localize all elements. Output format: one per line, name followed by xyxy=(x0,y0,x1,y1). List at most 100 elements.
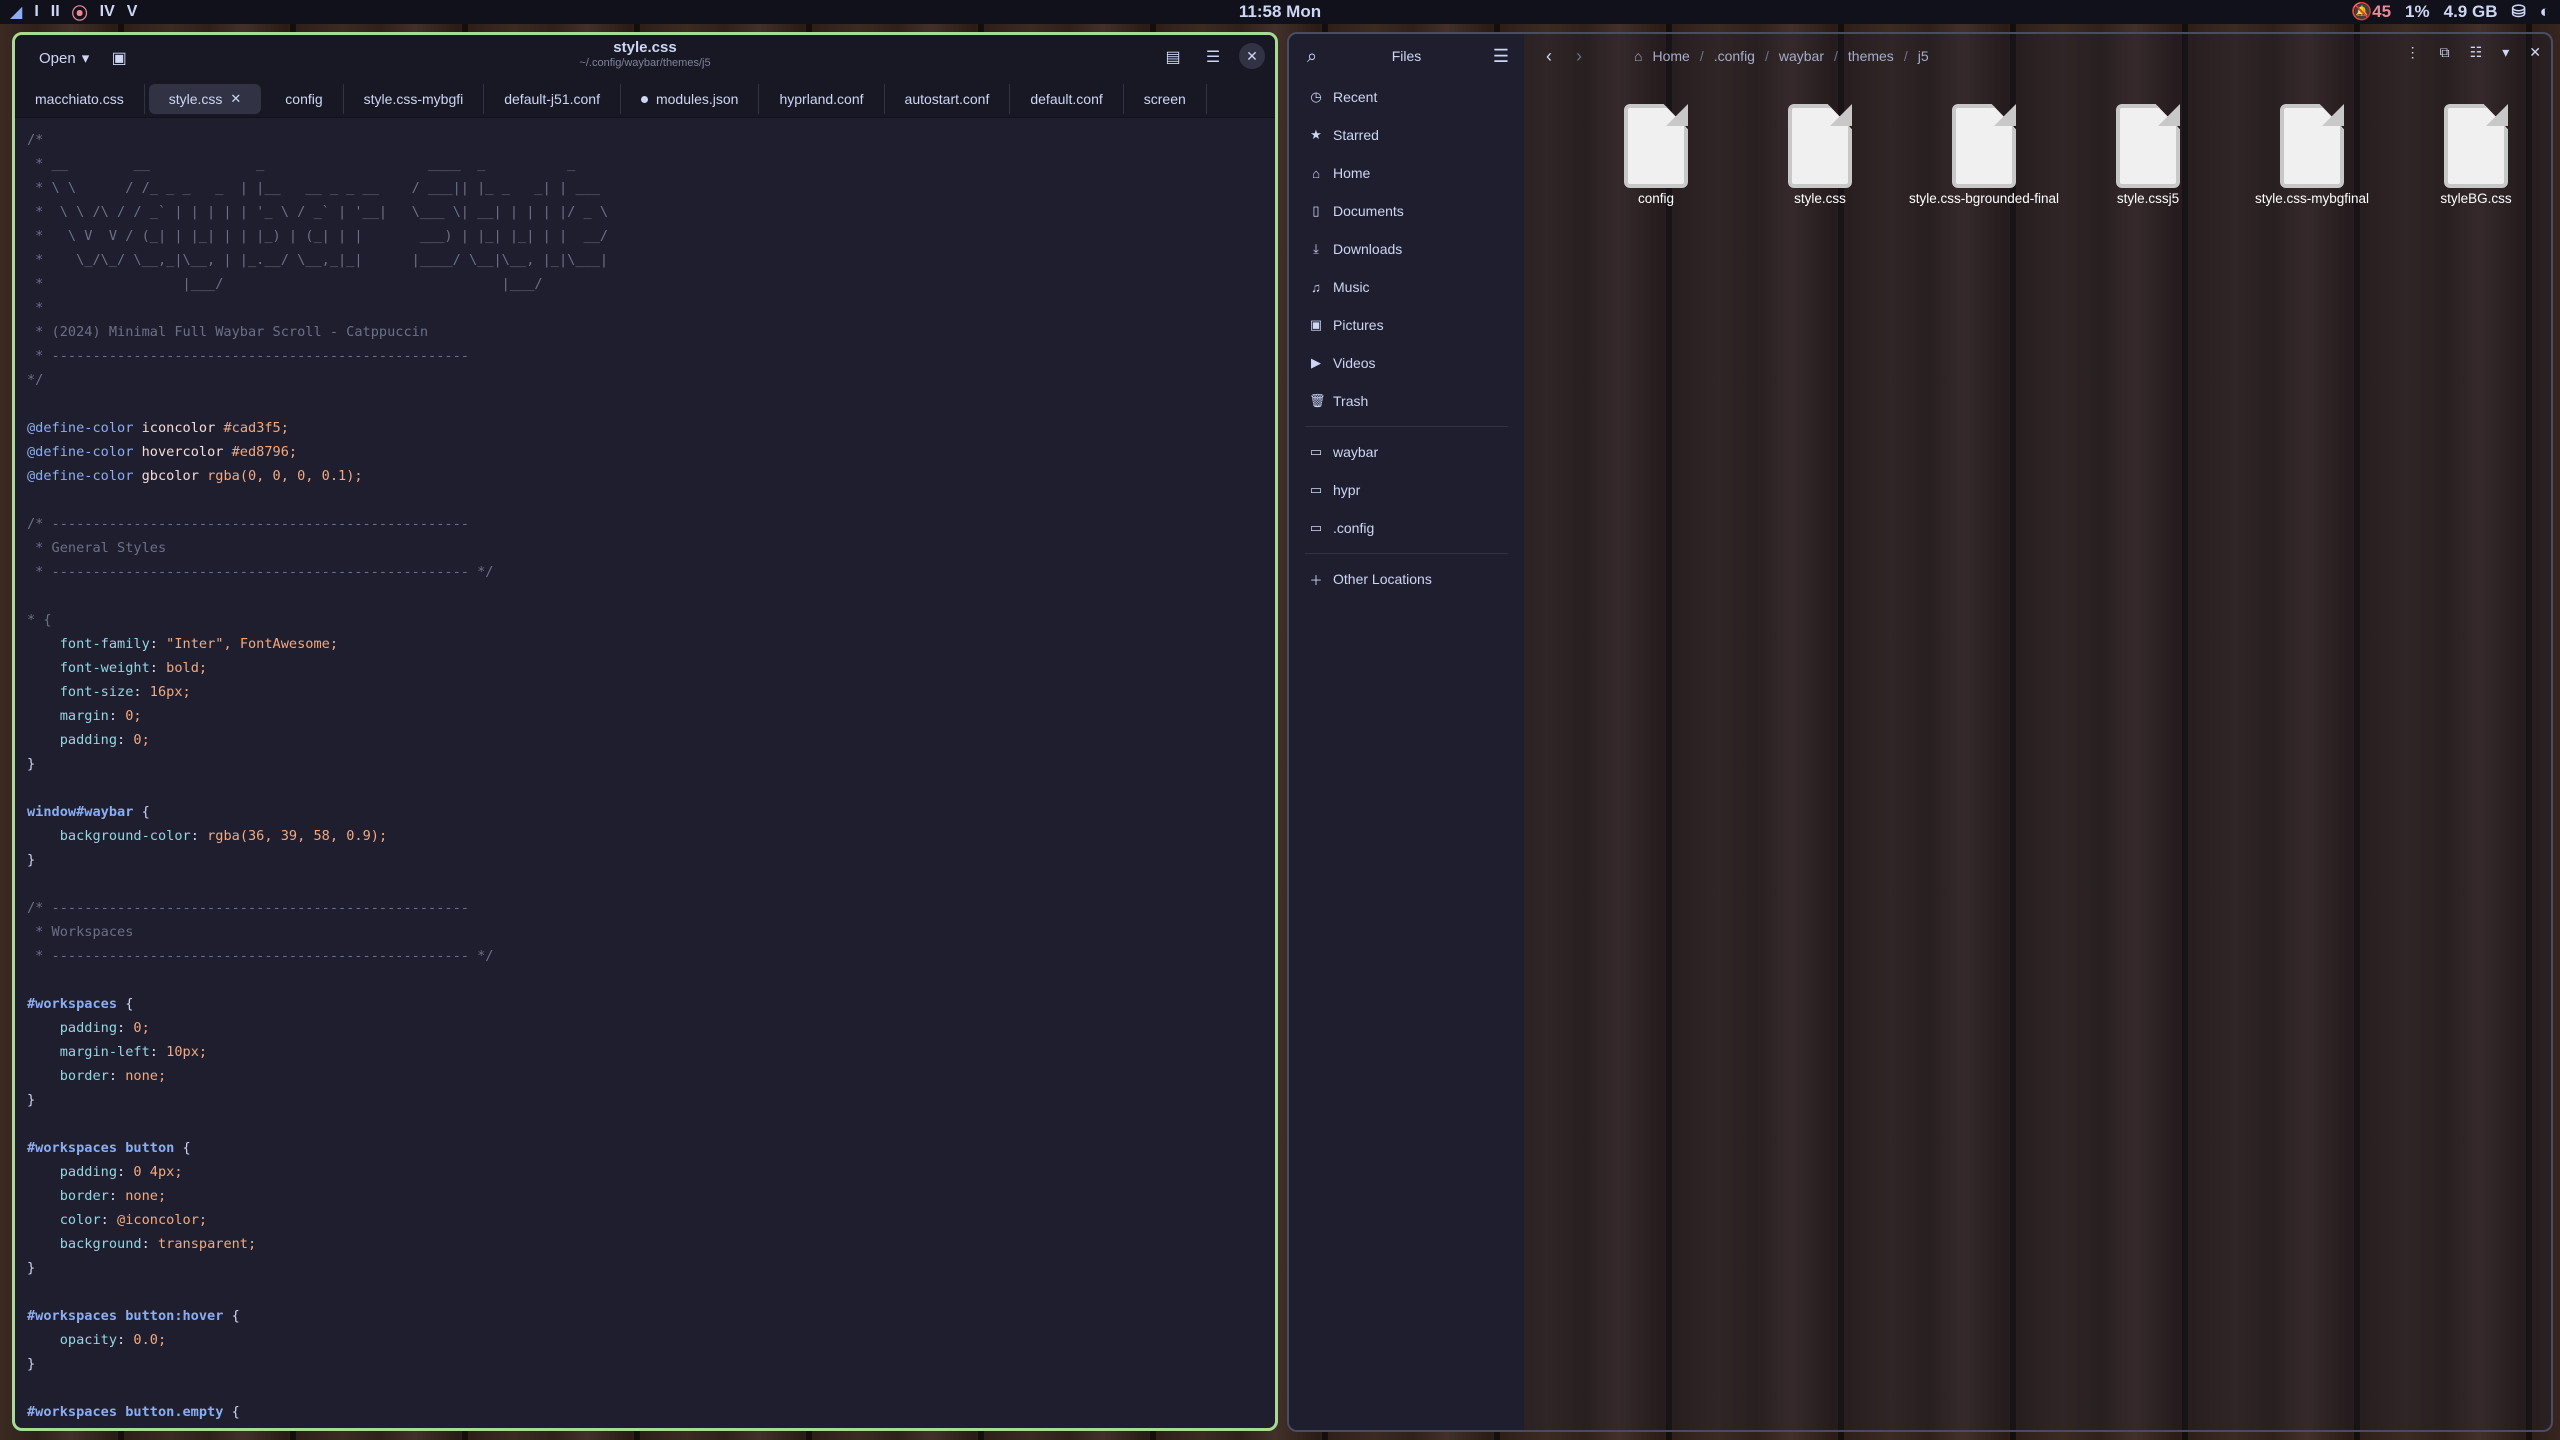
file-item[interactable]: styleBG.css xyxy=(2394,104,2551,208)
tab-style-css-mybgfi[interactable]: style.css-mybgfi xyxy=(344,84,485,114)
notification-count[interactable]: 🔕45 xyxy=(2351,2,2391,22)
code-view[interactable]: /* * __ __ _ ____ _ _ * \ \ / /_ _ _ _ |… xyxy=(15,118,1275,1428)
sidebar-item-music[interactable]: ♫ Music xyxy=(1289,268,1524,306)
file-name: config xyxy=(1637,191,1675,206)
trash-icon: 🗑 xyxy=(1309,393,1326,408)
document-icon: ▯ xyxy=(1312,203,1320,218)
code-line: ​ xyxy=(27,872,1275,896)
chevron-down-icon[interactable]: ▾ xyxy=(2502,44,2509,61)
tab-label: hyprland.conf xyxy=(779,91,864,107)
close-icon[interactable]: ✕ xyxy=(1239,43,1265,69)
tab-screen[interactable]: screen xyxy=(1124,84,1207,114)
close-icon[interactable]: ✕ xyxy=(2529,44,2541,61)
breadcrumb-item[interactable]: Home xyxy=(1652,48,1689,64)
open-button[interactable]: Open ▾ xyxy=(29,44,99,72)
code-line: opacity: 0.0; xyxy=(59,1332,167,1348)
file-icon xyxy=(1788,104,1852,188)
workspace-4[interactable]: IV xyxy=(100,3,115,21)
menu-icon[interactable]: ☰ xyxy=(1486,41,1516,71)
open-button-label: Open xyxy=(39,49,76,67)
file-item[interactable]: style.css-bgrounded-final xyxy=(1902,104,2066,208)
code-line: ​ xyxy=(27,1376,1275,1400)
view-list-icon[interactable]: ☷ xyxy=(2470,44,2483,61)
code-line: background-color: rgba(36, 39, 58, 0.9); xyxy=(59,828,388,844)
file-item[interactable]: style.cssj5 xyxy=(2066,104,2230,208)
code-line: * \ V V / (_| | |_| | | |_) | (_| | | __… xyxy=(27,228,609,244)
code-line: } xyxy=(27,1356,36,1372)
sidebar-item-videos[interactable]: ▶ Videos xyxy=(1289,344,1524,382)
new-folder-icon[interactable]: ⧉ xyxy=(2440,44,2450,61)
code-line: /* -------------------------------------… xyxy=(27,516,469,532)
sidebar-item-starred[interactable]: ★ Starred xyxy=(1289,116,1524,154)
menu-icon[interactable]: ☰ xyxy=(1199,43,1227,71)
workspace-active-indicator[interactable]: ⦿ xyxy=(72,0,88,24)
file-item[interactable]: config xyxy=(1574,104,1738,208)
sidebar-item-documents[interactable]: ▯ Documents xyxy=(1289,192,1524,230)
sidebar-item-downloads[interactable]: ⤓ Downloads xyxy=(1289,230,1524,268)
tab-modules-json[interactable]: modules.json xyxy=(621,84,760,114)
code-line: * { xyxy=(27,612,52,628)
sidebar-item-other-locations[interactable]: ＋ Other Locations xyxy=(1289,560,1524,598)
tab-default-conf[interactable]: default.conf xyxy=(1010,84,1124,114)
code-line: @define-color iconcolor #cad3f5; xyxy=(27,420,289,436)
workspace-1[interactable]: I xyxy=(34,3,38,21)
sidebar-item-label: Pictures xyxy=(1333,317,1384,333)
code-line: } xyxy=(27,756,36,772)
more-options-icon[interactable]: ⋮ xyxy=(2406,44,2420,61)
workspace-2[interactable]: II xyxy=(51,3,60,21)
picture-icon: ▣ xyxy=(1309,317,1323,332)
sidebar-item-home[interactable]: ⌂ Home xyxy=(1289,154,1524,192)
download-icon: ⤓ xyxy=(1313,241,1319,256)
file-name: style.css-bgrounded-final xyxy=(1908,191,2060,206)
code-line: ​ xyxy=(27,1280,1275,1304)
breadcrumb-item[interactable]: themes xyxy=(1848,48,1894,64)
search-icon[interactable]: ⌕ xyxy=(1297,41,1327,71)
code-line: padding: 0 4px; xyxy=(59,1164,183,1180)
arch-logo-icon[interactable]: ◢ xyxy=(10,2,22,22)
network-icon[interactable]: ⛁ xyxy=(2511,2,2525,22)
code-line: #workspaces { xyxy=(27,996,134,1012)
sidebar-item-label: Documents xyxy=(1333,203,1404,219)
sidebar-item-recent[interactable]: ◷ Recent xyxy=(1289,78,1524,116)
sidebar-item-label: Videos xyxy=(1333,355,1376,371)
tab-label: style.css xyxy=(168,91,223,107)
sidebar-item-label: Starred xyxy=(1333,127,1379,143)
code-line: ​ xyxy=(27,488,1275,512)
power-icon[interactable]: ◐ xyxy=(2540,2,2550,22)
new-tab-icon[interactable]: ▣ xyxy=(105,44,133,72)
modified-dot-icon xyxy=(640,95,648,103)
sidebar-item-config[interactable]: ▭ .config xyxy=(1289,509,1524,547)
sidebar-item-trash[interactable]: 🗑 Trash xyxy=(1289,382,1524,420)
sidebar-item-waybar[interactable]: ▭ waybar xyxy=(1289,433,1524,471)
tab-close-icon[interactable]: ✕ xyxy=(230,91,241,107)
memory-usage: 4.9 GB xyxy=(2443,2,2498,21)
breadcrumb-separator: / xyxy=(1699,48,1704,64)
code-line: * (2024) Minimal Full Waybar Scroll - Ca… xyxy=(27,324,429,340)
tab-config[interactable]: config xyxy=(265,84,344,114)
code-line: margin-left: 10px; xyxy=(59,1044,208,1060)
code-line: ​ xyxy=(27,776,1275,800)
code-line: @define-color gbcolor rgba(0, 0, 0, 0.1)… xyxy=(27,468,363,484)
sidebar-item-pictures[interactable]: ▣ Pictures xyxy=(1289,306,1524,344)
back-icon[interactable]: ‹ xyxy=(1534,41,1564,71)
document-properties-icon[interactable]: ▤ xyxy=(1159,43,1187,71)
tab-default-j51-conf[interactable]: default-j51.conf xyxy=(484,84,621,114)
breadcrumb-item[interactable]: .config xyxy=(1714,48,1755,64)
code-line: @define-color hovercolor #ed8796; xyxy=(27,444,298,460)
sidebar-divider xyxy=(1305,426,1508,427)
tab-style-css[interactable]: style.css ✕ xyxy=(148,84,262,114)
tab-hyprland-conf[interactable]: hyprland.conf xyxy=(759,84,885,114)
tab-autostart-conf[interactable]: autostart.conf xyxy=(885,84,1011,114)
forward-icon[interactable]: › xyxy=(1564,41,1594,71)
tab-macchiato-css[interactable]: macchiato.css xyxy=(15,84,145,114)
breadcrumb-item[interactable]: j5 xyxy=(1918,48,1929,64)
workspace-5[interactable]: V xyxy=(127,3,138,21)
file-item[interactable]: style.css-mybgfinal xyxy=(2230,104,2394,208)
sidebar-item-hypr[interactable]: ▭ hypr xyxy=(1289,471,1524,509)
folder-icon: ▭ xyxy=(1309,482,1323,497)
bell-icon: 🔕 xyxy=(2350,2,2373,21)
file-item[interactable]: style.css xyxy=(1738,104,1902,208)
plus-icon: ＋ xyxy=(1309,572,1323,588)
breadcrumb-item[interactable]: waybar xyxy=(1779,48,1824,64)
code-line: * xyxy=(27,300,44,316)
